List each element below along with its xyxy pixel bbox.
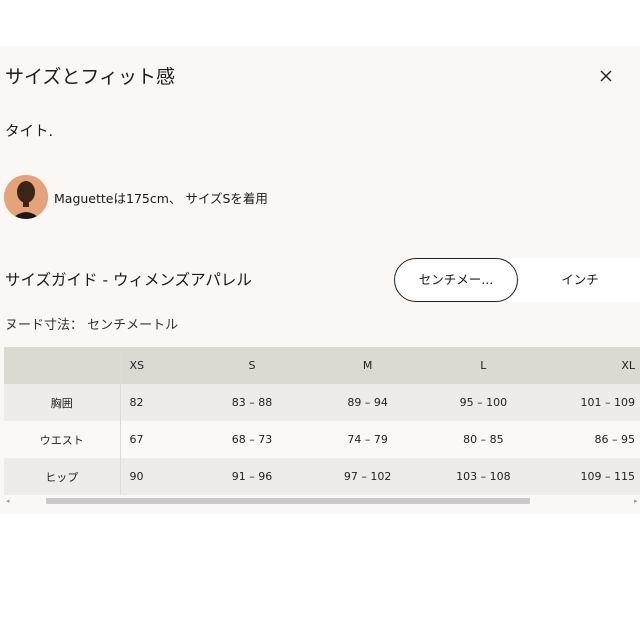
fit-description: タイト. — [5, 124, 54, 140]
table-row: ヒップ 90 91 – 96 97 – 102 103 – 108 109 – … — [4, 458, 640, 495]
table-cell: 109 – 115 — [541, 458, 640, 495]
table-cell: 83 – 88 — [194, 384, 310, 421]
horizontal-scrollbar[interactable]: ◂ ▸ — [4, 497, 640, 505]
header-empty-cell — [4, 347, 121, 384]
table-cell: 103 – 108 — [425, 458, 542, 495]
header-size-l: L — [425, 347, 542, 384]
table-cell: 68 – 73 — [194, 421, 310, 458]
table-cell: 74 – 79 — [309, 421, 426, 458]
table-cell: 95 – 100 — [425, 384, 542, 421]
row-label: 胸囲 — [4, 384, 121, 421]
table-cell: 90 — [120, 458, 195, 495]
table-cell: 80 – 85 — [425, 421, 542, 458]
unit-note: ヌード寸法： センチメートル — [5, 318, 179, 333]
size-guide-title: サイズガイド - ウィメンズアパレル — [5, 271, 252, 289]
header-size-xl: XL — [541, 347, 640, 384]
unit-toggle: センチメー... インチ — [394, 258, 640, 302]
header-size-s: S — [194, 347, 310, 384]
size-fit-modal: サイズとフィット感 タイト. Maguetteは175cm、 サイズSを着用 サ… — [0, 46, 640, 514]
size-table: XS S M L XL 胸囲 82 83 – 88 89 – 94 95 – 1… — [4, 347, 640, 495]
table-cell: 82 — [120, 384, 195, 421]
table-cell: 101 – 109 — [541, 384, 640, 421]
chevron-right-icon[interactable]: ▸ — [634, 497, 638, 505]
chevron-left-icon[interactable]: ◂ — [6, 497, 10, 505]
close-icon — [600, 70, 612, 82]
close-button[interactable] — [596, 66, 616, 86]
table-cell: 97 – 102 — [309, 458, 426, 495]
scrollbar-thumb[interactable] — [46, 498, 530, 504]
model-avatar — [4, 175, 48, 219]
header-size-xs: XS — [120, 347, 195, 384]
model-size-info: Maguetteは175cm、 サイズSを着用 — [54, 191, 268, 206]
table-row: 胸囲 82 83 – 88 89 – 94 95 – 100 101 – 109 — [4, 384, 640, 421]
modal-title: サイズとフィット感 — [5, 66, 176, 88]
table-cell: 67 — [120, 421, 195, 458]
table-cell: 91 – 96 — [194, 458, 310, 495]
unit-option-centimeters[interactable]: センチメー... — [394, 258, 518, 302]
table-cell: 89 – 94 — [309, 384, 426, 421]
unit-option-inches[interactable]: インチ — [518, 258, 640, 302]
row-label: ウエスト — [4, 421, 121, 458]
table-row: ウエスト 67 68 – 73 74 – 79 80 – 85 86 – 95 — [4, 421, 640, 458]
size-table-header: XS S M L XL — [4, 347, 640, 384]
header-size-m: M — [309, 347, 426, 384]
table-cell: 86 – 95 — [541, 421, 640, 458]
row-label: ヒップ — [4, 458, 121, 495]
